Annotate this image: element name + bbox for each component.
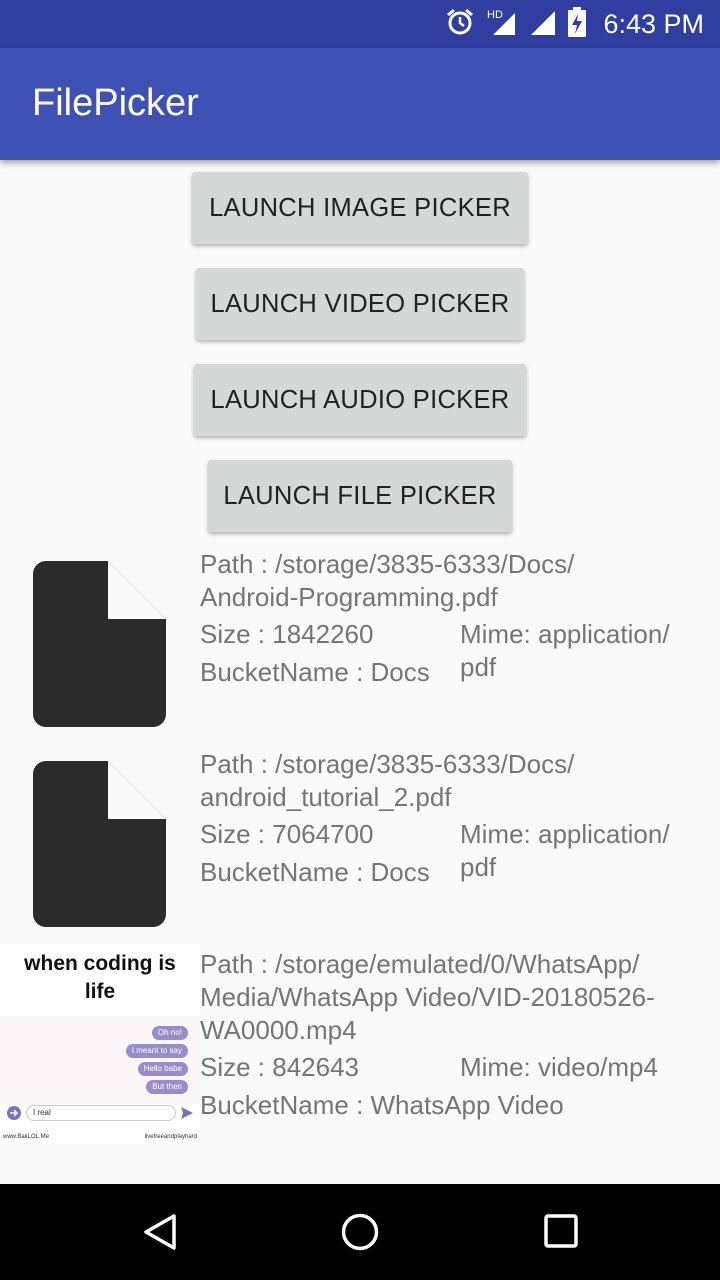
thumbnail-footer: www.BakLOL.Me livefreeandplayhard — [0, 1132, 200, 1144]
document-icon — [0, 546, 200, 746]
file-bucket: BucketName : WhatsApp Video — [200, 1090, 564, 1120]
file-info: Path : /storage/3835-6333/Docs/ Android-… — [200, 548, 704, 689]
battery-charging-icon — [567, 6, 587, 42]
launch-file-picker-button[interactable]: LAUNCH FILE PICKER — [208, 460, 512, 532]
launch-video-picker-button[interactable]: LAUNCH VIDEO PICKER — [196, 268, 524, 340]
app-title: FilePicker — [32, 82, 199, 124]
file-size: Size : 7064700 — [200, 819, 374, 849]
app-bar: FilePicker — [0, 48, 720, 160]
launch-image-picker-button[interactable]: LAUNCH IMAGE PICKER — [192, 172, 528, 244]
home-icon[interactable] — [340, 1212, 380, 1252]
document-icon — [0, 746, 200, 946]
send-icon — [181, 1107, 193, 1119]
chat-bubble: I meant to say — [125, 1044, 188, 1058]
file-info: Path : /storage/emulated/0/WhatsApp/ Med… — [200, 948, 704, 1122]
chat-bubble: Hello babe — [137, 1062, 188, 1076]
file-bucket: BucketName : Docs — [200, 657, 430, 687]
list-item[interactable]: when coding is life Oh no! I meant to sa… — [0, 944, 720, 1144]
file-mime: Mime: application/ — [460, 619, 670, 649]
file-size: Size : 842643 — [200, 1052, 360, 1082]
signal-icon: HD — [485, 7, 519, 42]
file-path: android_tutorial_2.pdf — [200, 782, 452, 812]
launch-audio-picker-button[interactable]: LAUNCH AUDIO PICKER — [194, 364, 526, 436]
chat-bubble: But then — [146, 1080, 188, 1094]
file-mime: pdf — [460, 852, 497, 882]
file-mime: Mime: video/mp4 — [460, 1052, 658, 1082]
file-path: WA0000.mp4 — [200, 1015, 357, 1045]
back-icon[interactable] — [140, 1212, 180, 1252]
file-path: Media/WhatsApp Video/VID-20180526- — [200, 982, 655, 1012]
file-mime: Mime: application/ — [460, 819, 670, 849]
status-icons: HD 6:43 PM — [445, 0, 704, 48]
file-info: Path : /storage/3835-6333/Docs/ android_… — [200, 748, 704, 889]
chat-preview: Oh no! I meant to say Hello babe But the… — [0, 1016, 200, 1104]
status-bar: HD 6:43 PM — [0, 0, 720, 48]
alarm-icon — [445, 7, 475, 42]
file-size: Size : 1842260 — [200, 619, 374, 649]
footer-right-text: livefreeandplayhard — [144, 1134, 197, 1140]
file-path: Path : /storage/3835-6333/Docs/ — [200, 549, 575, 579]
recents-icon[interactable] — [542, 1212, 582, 1252]
file-bucket: BucketName : Docs — [200, 857, 430, 887]
thumbnail-caption: when coding is life — [0, 950, 200, 1006]
file-path: Android-Programming.pdf — [200, 582, 498, 612]
arrow-icon — [7, 1106, 21, 1120]
chat-bubble: Oh no! — [151, 1026, 188, 1040]
caption-line: life — [84, 980, 116, 1003]
navigation-bar — [0, 1184, 720, 1280]
list-item[interactable]: Path : /storage/3835-6333/Docs/ android_… — [0, 746, 720, 946]
file-mime: pdf — [460, 652, 497, 682]
hd-badge: HD — [487, 9, 503, 21]
file-path: Path : /storage/emulated/0/WhatsApp/ — [200, 949, 640, 979]
chat-input-text: I real — [26, 1105, 176, 1121]
chat-input-preview: I real — [4, 1104, 196, 1122]
signal-icon — [529, 7, 557, 42]
file-path: Path : /storage/3835-6333/Docs/ — [200, 749, 575, 779]
footer-left-text: www.BakLOL.Me — [3, 1134, 50, 1140]
video-thumbnail: when coding is life Oh no! I meant to sa… — [0, 944, 200, 1144]
list-item[interactable]: Path : /storage/3835-6333/Docs/ Android-… — [0, 546, 720, 746]
status-time: 6:43 PM — [603, 8, 704, 39]
caption-line: when coding is — [24, 952, 176, 975]
